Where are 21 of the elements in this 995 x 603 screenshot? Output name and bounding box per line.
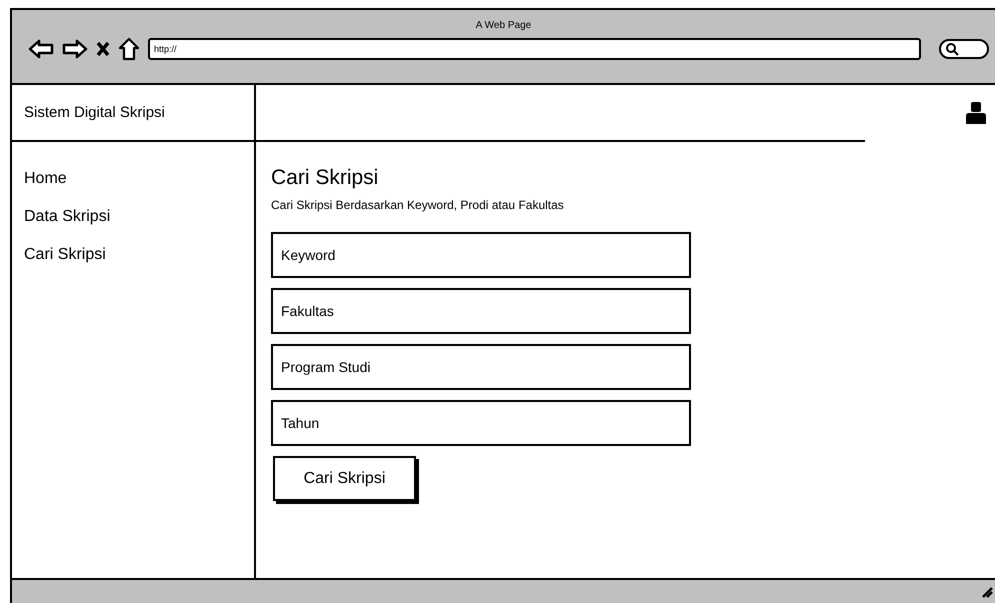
search-button[interactable]: Cari Skripsi xyxy=(273,456,416,501)
page-heading: Cari Skripsi xyxy=(271,166,378,190)
back-icon[interactable] xyxy=(28,38,54,60)
input-field[interactable]: Fakultas xyxy=(271,288,691,334)
resize-grip-icon[interactable] xyxy=(981,586,993,598)
nav-link[interactable]: Home xyxy=(24,170,67,188)
url-field[interactable]: http:// xyxy=(148,38,921,60)
nav-link[interactable]: Data Skripsi xyxy=(24,208,110,226)
home-icon[interactable] xyxy=(118,37,140,61)
window-title: A Web Page xyxy=(476,20,532,31)
page-subtitle: Cari Skripsi Berdasarkan Keyword, Prodi atau Fakultas xyxy=(271,198,564,212)
input-field[interactable]: Keyword xyxy=(271,232,691,278)
search-icon xyxy=(945,42,959,56)
search-field[interactable] xyxy=(939,39,989,59)
input-field[interactable]: Program Studi xyxy=(271,344,691,390)
user-icon[interactable] xyxy=(965,100,987,124)
forward-icon[interactable] xyxy=(62,38,88,60)
close-icon[interactable] xyxy=(96,40,110,58)
input-field[interactable]: Tahun xyxy=(271,400,691,446)
app-title: Sistem Digital Skripsi xyxy=(12,85,254,142)
nav-link[interactable]: Cari Skripsi xyxy=(24,246,106,264)
